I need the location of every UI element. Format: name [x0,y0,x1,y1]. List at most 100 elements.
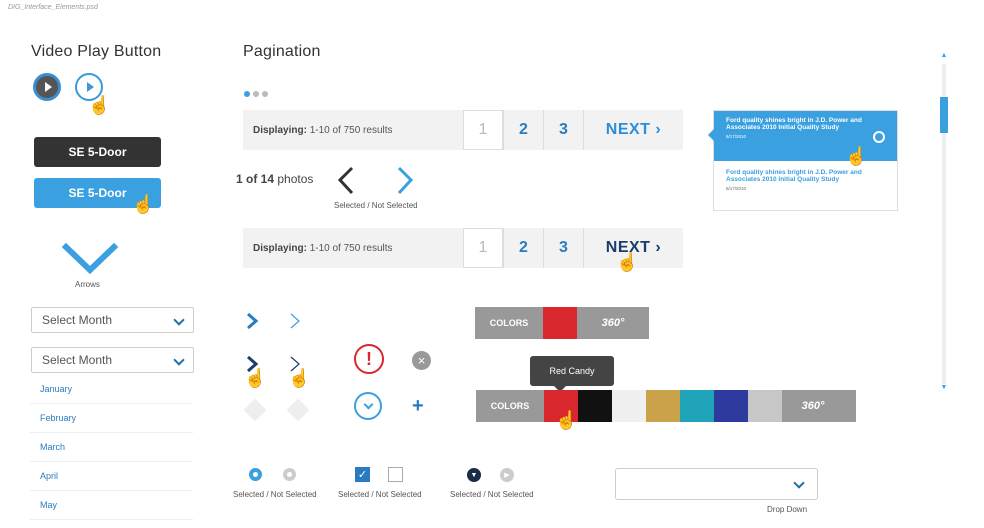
pagination-dot[interactable] [262,91,268,97]
radio-unselected[interactable] [283,468,296,481]
play-icon [44,82,52,92]
checkbox-checked[interactable]: ✓ [355,467,370,482]
page-button-3[interactable]: 3 [543,228,583,268]
pagination-dot-active[interactable] [244,91,250,97]
dropdown[interactable] [615,468,818,500]
chevron-right-icon: › [655,121,662,138]
page-button-1[interactable]: 1 [463,228,503,268]
arrows-caption: Arrows [75,280,100,289]
hand-cursor-icon: ☝ [845,146,868,166]
hand-cursor-icon: ☝ [244,368,267,388]
color-swatch-white[interactable] [612,390,646,422]
se-5-door-button-dark[interactable]: SE 5-Door [34,137,161,167]
news-headline: Ford quality shines bright in J.D. Power… [726,169,862,183]
next-label: NEXT [605,121,651,138]
color-swatch-silver[interactable] [748,390,782,422]
play-icon [86,82,94,92]
news-headline: Ford quality shines bright in J.D. Power… [726,117,862,131]
file-label: DIG_Interface_Elements.psd [8,4,98,11]
month-select-value: Select Month [42,313,113,327]
video-play-button-dark[interactable] [33,73,61,101]
color-swatch-black[interactable] [578,390,612,422]
color-swatch-red[interactable] [543,307,577,339]
alert-icon: ! [354,344,384,374]
page-button-1[interactable]: 1 [463,110,503,150]
scroll-down-icon[interactable]: ▼ [940,384,948,391]
view-360-button[interactable]: 360° [782,400,844,412]
chevron-right-icon[interactable] [288,312,302,330]
photo-counter-suffix: photos [277,172,314,186]
scroll-up-icon[interactable]: ▲ [940,52,948,59]
close-icon[interactable]: × [412,351,431,370]
displaying-label: Displaying: [253,124,307,136]
month-option[interactable]: February [30,404,193,433]
chevron-right-icon[interactable] [395,165,415,197]
hand-cursor-icon: ☝ [616,252,639,272]
colors-bar: COLORS 360° [475,307,649,339]
news-item[interactable]: Ford quality shines bright in J.D. Power… [714,161,897,199]
month-option[interactable]: May [30,491,193,520]
hand-cursor-icon: ☝ [132,194,155,214]
color-tooltip: Red Candy [530,356,614,392]
chevron-left-icon[interactable] [336,165,356,197]
view-360-button[interactable]: 360° [577,317,649,329]
displaying-label: Displaying: [253,242,307,254]
color-swatch-teal[interactable] [680,390,714,422]
month-option[interactable]: March [30,433,193,462]
chevron-right-icon: › [655,239,662,256]
scroll-thumb[interactable] [940,97,948,133]
color-swatch-gold[interactable] [646,390,680,422]
pagination-bar: Displaying: 1-10 of 750 results 1 2 3 NE… [243,110,683,150]
page-button-2[interactable]: 2 [503,228,543,268]
scrollbar[interactable]: ▲ ▼ [940,52,948,392]
radio-caption: Selected / Not Selected [233,490,317,499]
dark-radio-caption: Selected / Not Selected [450,490,534,499]
checkbox-caption: Selected / Not Selected [338,490,422,499]
back-arrow-icon[interactable] [243,398,267,422]
month-dropdown-list: January February March April May [30,375,193,520]
forward-arrow-icon[interactable] [286,398,310,422]
video-section-title: Video Play Button [31,43,162,60]
month-select-value: Select Month [42,353,113,367]
month-option[interactable]: April [30,462,193,491]
pagination-dot[interactable] [253,91,259,97]
radio-selected[interactable] [249,468,262,481]
chevron-right-icon[interactable] [245,312,259,330]
results-display: Displaying: 1-10 of 750 results [243,125,463,136]
photo-counter-current: 1 of 14 [236,172,275,186]
hand-cursor-icon: ☝ [555,410,578,430]
color-swatch-blue[interactable] [714,390,748,422]
dropdown-caption: Drop Down [767,505,808,514]
month-option[interactable]: January [30,375,193,404]
news-list: Ford quality shines bright in J.D. Power… [708,110,898,211]
colors-label: COLORS [489,318,529,328]
chevron-down-icon [793,477,805,489]
displaying-value: 1-10 of 750 results [309,242,393,254]
displaying-value: 1-10 of 750 results [309,124,393,136]
colors-label: COLORS [490,401,530,411]
dark-radio-selected[interactable]: ▼ [467,468,481,482]
expand-circle-icon[interactable] [354,392,382,420]
pagination-section-title: Pagination [243,43,321,60]
month-select-open[interactable]: Select Month [31,347,194,373]
arrows-state-caption: Selected / Not Selected [334,201,418,210]
loading-ring-icon [873,131,885,143]
photo-counter: 1 of 14 photos [236,172,313,186]
results-display: Displaying: 1-10 of 750 results [243,243,463,254]
hand-cursor-icon: ☝ [88,95,111,115]
news-date: 6/17/2010 [726,134,747,139]
plus-icon[interactable]: + [412,396,424,416]
chevron-down-icon [173,354,185,366]
page-button-2[interactable]: 2 [503,110,543,150]
hand-cursor-icon: ☝ [288,368,311,388]
pagination-dots [244,84,271,102]
chevron-down-icon[interactable] [62,243,118,275]
chevron-down-icon [173,314,185,326]
page-button-3[interactable]: 3 [543,110,583,150]
checkbox-unchecked[interactable] [388,467,403,482]
colors-bar-expanded: COLORS 360° [476,390,856,422]
news-item-active[interactable]: Ford quality shines bright in J.D. Power… [708,111,897,161]
month-select[interactable]: Select Month [31,307,194,333]
dark-radio-unselected[interactable]: ▶ [500,468,514,482]
next-button[interactable]: NEXT › [583,110,683,150]
